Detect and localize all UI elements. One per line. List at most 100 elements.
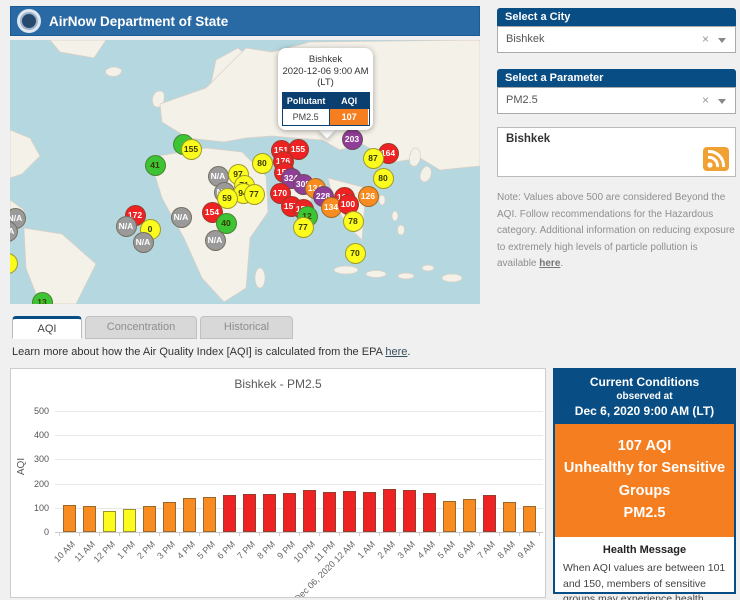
cc-aqi-category: Unhealthy for Sensitive Groups xyxy=(561,457,728,502)
cc-aqi-block: 107 AQI Unhealthy for Sensitive Groups P… xyxy=(555,424,734,537)
tab-aqi[interactable]: AQI xyxy=(12,316,82,339)
feed-box: Bishkek xyxy=(497,127,736,177)
x-tick-mark xyxy=(319,532,320,536)
aqi-bar[interactable] xyxy=(483,495,496,532)
popup-city: Bishkek xyxy=(278,54,373,65)
aqi-bar[interactable] xyxy=(243,494,256,532)
aqi-bar[interactable] xyxy=(283,493,296,532)
aqi-bar[interactable] xyxy=(343,491,356,532)
aqi-bar[interactable] xyxy=(223,495,236,532)
parameter-select[interactable]: PM2.5 × xyxy=(497,87,736,114)
x-tick-mark xyxy=(119,532,120,536)
popup-col-pollutant: Pollutant xyxy=(283,93,330,109)
y-tick-label: 400 xyxy=(11,430,49,440)
aqi-bar[interactable] xyxy=(403,490,416,532)
aqi-bar[interactable] xyxy=(463,499,476,532)
chart-title: Bishkek - PM2.5 xyxy=(11,377,545,391)
aqi-marker[interactable]: 77 xyxy=(244,184,265,205)
y-tick-label: 100 xyxy=(11,503,49,513)
aqi-bar[interactable] xyxy=(63,505,76,532)
popup-col-aqi: AQI xyxy=(330,93,369,109)
health-message-section: Health Message When AQI values are betwe… xyxy=(555,537,734,600)
aqi-marker[interactable]: 80 xyxy=(252,153,273,174)
cc-aqi-value: 107 AQI xyxy=(561,435,728,457)
aqi-marker[interactable]: 77 xyxy=(293,217,314,238)
x-tick-mark xyxy=(219,532,220,536)
note-here-link[interactable]: here xyxy=(539,258,560,269)
x-tick-mark xyxy=(419,532,420,536)
aqi-marker[interactable]: N/A xyxy=(205,230,226,251)
x-tick-mark xyxy=(59,532,60,536)
tab-concentration[interactable]: Concentration xyxy=(85,316,197,339)
aqi-bar[interactable] xyxy=(303,490,316,532)
aqi-marker[interactable]: 78 xyxy=(343,211,364,232)
gridline xyxy=(55,459,543,460)
select-city-header: Select a City xyxy=(497,8,736,26)
parameter-clear-icon[interactable]: × xyxy=(702,88,709,113)
aqi-marker[interactable]: N/A xyxy=(171,207,192,228)
aqi-marker[interactable]: 87 xyxy=(363,148,384,169)
aqi-marker[interactable]: 155 xyxy=(181,139,202,160)
cc-datetime: Dec 6, 2020 9:00 AM (LT) xyxy=(559,404,730,418)
aqi-bar[interactable] xyxy=(143,506,156,532)
gridline xyxy=(55,411,543,412)
x-tick-mark xyxy=(379,532,380,536)
x-tick-mark xyxy=(539,532,540,536)
app-title: AirNow Department of State xyxy=(49,14,228,29)
learn-more-line: Learn more about how the Air Quality Ind… xyxy=(12,346,410,358)
learn-more-here-link[interactable]: here xyxy=(385,346,407,358)
current-conditions-panel: Current Conditions observed at Dec 6, 20… xyxy=(553,368,736,594)
parameter-caret-down-icon[interactable] xyxy=(718,99,726,104)
aqi-bar[interactable] xyxy=(443,501,456,532)
aqi-marker[interactable]: N/A xyxy=(133,232,154,253)
note-text: Note: Values above 500 are considered Be… xyxy=(497,192,735,269)
x-tick-mark xyxy=(479,532,480,536)
popup-datetime: 2020-12-06 9:00 AM xyxy=(278,66,373,77)
beyond-aqi-note: Note: Values above 500 are considered Be… xyxy=(497,190,736,273)
y-tick-label: 500 xyxy=(11,406,49,416)
x-tick-mark xyxy=(99,532,100,536)
aqi-marker[interactable]: 41 xyxy=(145,155,166,176)
cc-parameter: PM2.5 xyxy=(561,502,728,524)
popup-aqi-value: 107 xyxy=(330,109,369,125)
aqi-bar[interactable] xyxy=(163,502,176,532)
x-tick-mark xyxy=(279,532,280,536)
aqi-bar[interactable] xyxy=(83,506,96,532)
city-clear-icon[interactable]: × xyxy=(702,27,709,52)
aqi-bar[interactable] xyxy=(203,497,216,532)
tab-historical[interactable]: Historical xyxy=(200,316,293,339)
popup-timezone: (LT) xyxy=(278,77,373,88)
x-tick-mark xyxy=(519,532,520,536)
x-tick-mark xyxy=(459,532,460,536)
learn-more-text: Learn more about how the Air Quality Ind… xyxy=(12,346,382,358)
aqi-bar[interactable] xyxy=(503,502,516,532)
aqi-marker[interactable]: 80 xyxy=(373,168,394,189)
city-select-value: Bishkek xyxy=(506,33,545,45)
rss-feed-icon[interactable] xyxy=(703,147,729,171)
popup-pollutant-value: PM2.5 xyxy=(283,109,330,125)
aqi-marker[interactable]: N/A xyxy=(116,216,137,237)
aqi-bar[interactable] xyxy=(423,493,436,532)
cc-observed: observed at xyxy=(559,391,730,402)
city-select[interactable]: Bishkek × xyxy=(497,26,736,53)
aqi-map[interactable]: N/AN/A1341155N/A9771N/A94775980172N/A0N/… xyxy=(10,40,480,304)
aqi-bar[interactable] xyxy=(323,492,336,532)
aqi-bar-chart: Bishkek - PM2.5 AQI 010020030040050010 A… xyxy=(10,368,546,598)
aqi-bar[interactable] xyxy=(263,494,276,532)
aqi-marker[interactable]: 203 xyxy=(342,129,363,150)
aqi-bar[interactable] xyxy=(123,509,136,532)
y-tick-label: 200 xyxy=(11,479,49,489)
aqi-bar[interactable] xyxy=(183,498,196,532)
aqi-bar[interactable] xyxy=(363,492,376,532)
aqi-marker[interactable]: 70 xyxy=(345,243,366,264)
app-header: AirNow Department of State xyxy=(10,6,480,36)
health-message-title: Health Message xyxy=(563,544,726,556)
gridline xyxy=(55,435,543,436)
aqi-marker[interactable]: 126 xyxy=(358,186,379,207)
x-tick-mark xyxy=(259,532,260,536)
city-caret-down-icon[interactable] xyxy=(718,38,726,43)
aqi-bar[interactable] xyxy=(523,506,536,532)
aqi-bar[interactable] xyxy=(103,511,116,532)
aqi-bar[interactable] xyxy=(383,489,396,532)
cc-title: Current Conditions xyxy=(559,375,730,389)
